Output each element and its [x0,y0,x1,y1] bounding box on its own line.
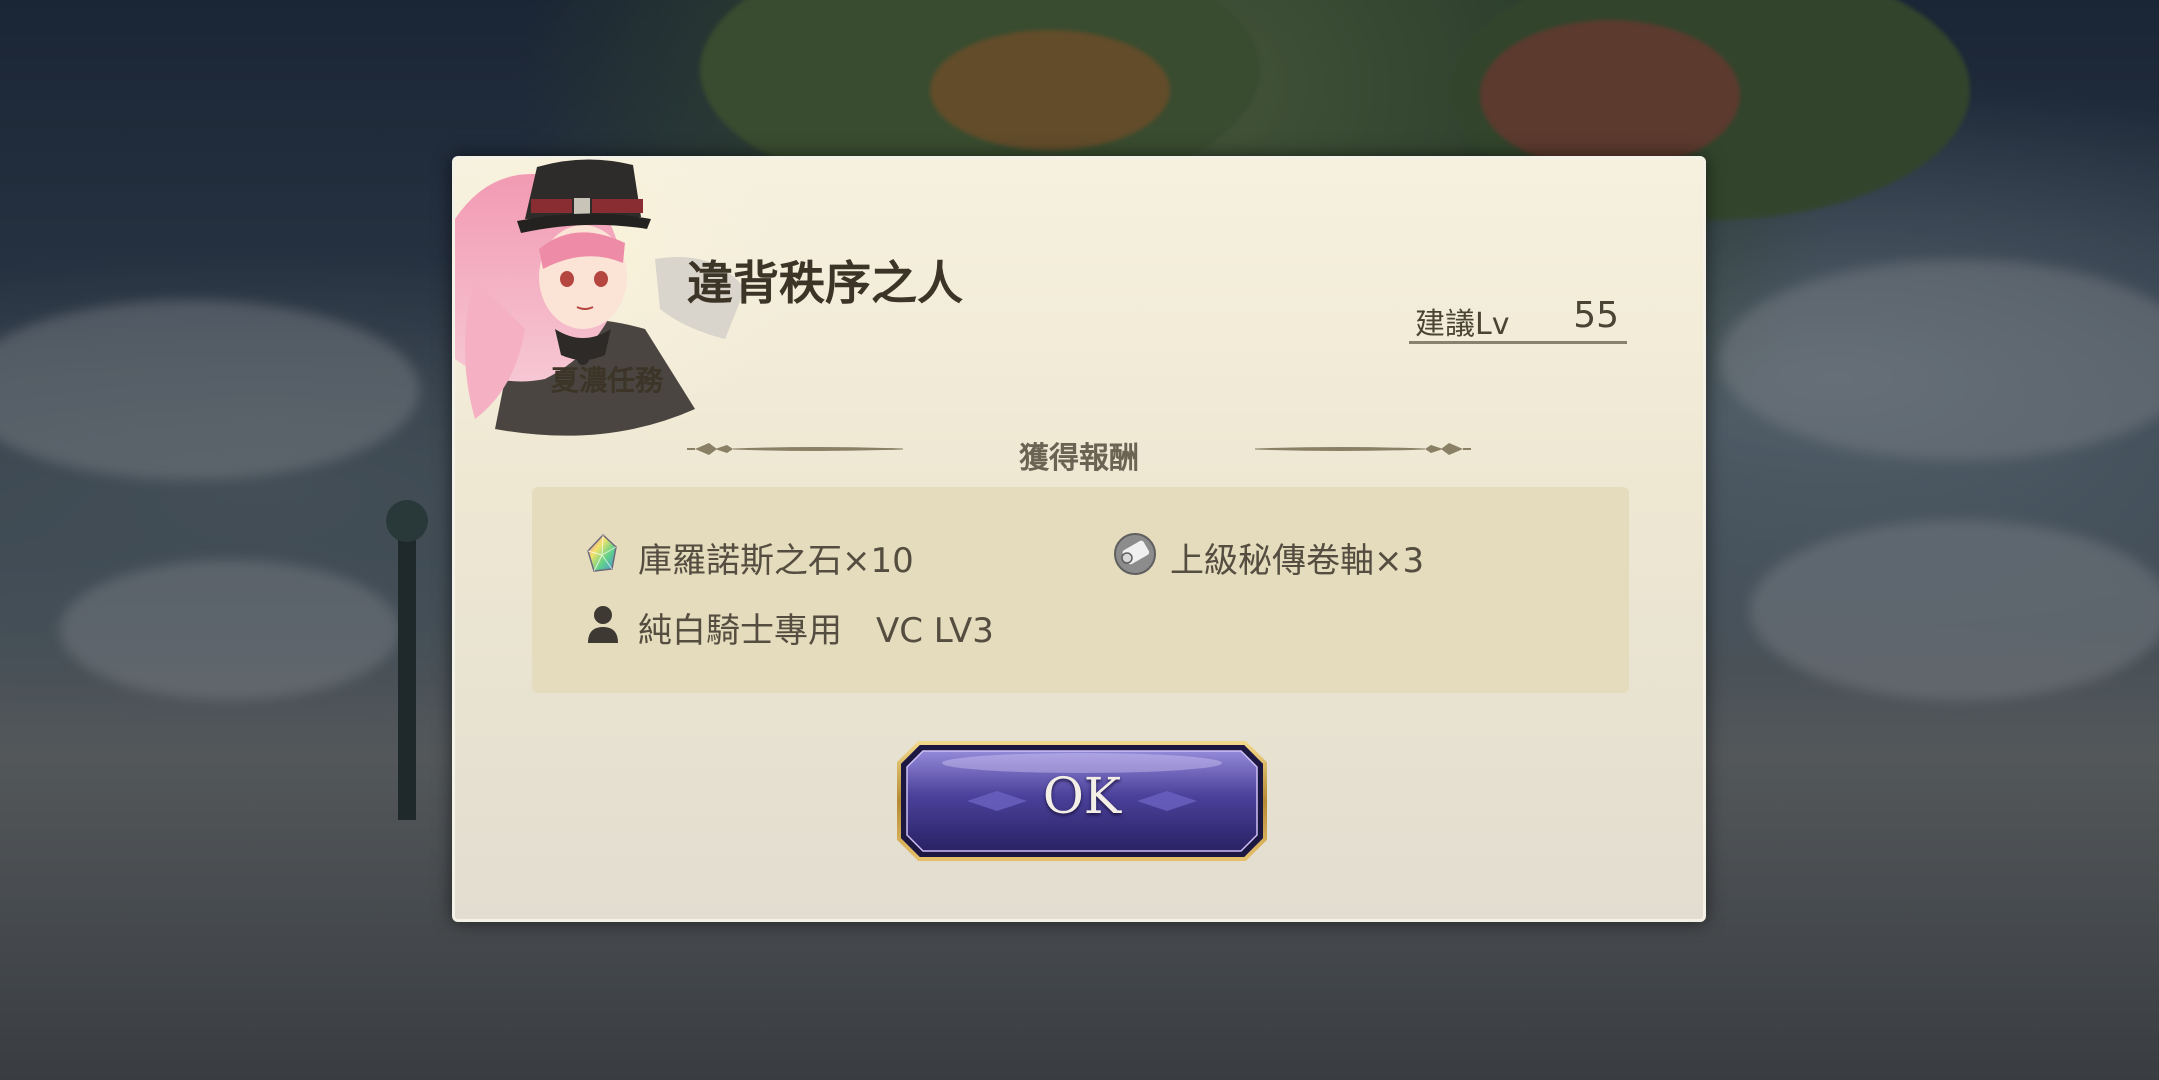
ok-button[interactable]: OK [897,741,1267,861]
quest-title: 違背秩序之人 [687,256,963,310]
reward-item: 庫羅諾斯之石×10 [582,529,1062,581]
quest-category: 夏濃任務 [551,364,664,397]
rewards-title: 獲得報酬 [1019,441,1139,476]
recommended-level-value: 55 [1573,295,1619,336]
reward-text: 庫羅諾斯之石×10 [638,541,914,581]
recommended-level-label: 建議Lv [1415,307,1510,342]
reward-item: 純白騎士專用 VC LV3 [582,599,1182,651]
person-icon [588,606,618,643]
recommended-level: 建議Lv 55 [1409,293,1627,344]
reward-item: 上級秘傳卷軸×3 [1114,529,1594,581]
reward-text: 純白騎士專用 VC LV3 [638,611,994,651]
rewards-panel: 庫羅諾斯之石×10 上級秘傳卷軸×3 純白騎士專用 VC LV3 [532,487,1629,693]
rainbow-crystal-icon [587,533,617,572]
ornament-right-icon [1255,443,1471,455]
reward-text: 上級秘傳卷軸×3 [1170,541,1425,581]
quest-dialog: 違背秩序之人 夏濃任務 建議Lv 55 獲得報酬 庫羅諾斯之石×10 上級秘傳卷… [452,156,1706,922]
scroll-icon [1114,533,1156,575]
ok-button-label: OK [1042,767,1122,825]
rewards-header: 獲得報酬 [455,427,1703,477]
